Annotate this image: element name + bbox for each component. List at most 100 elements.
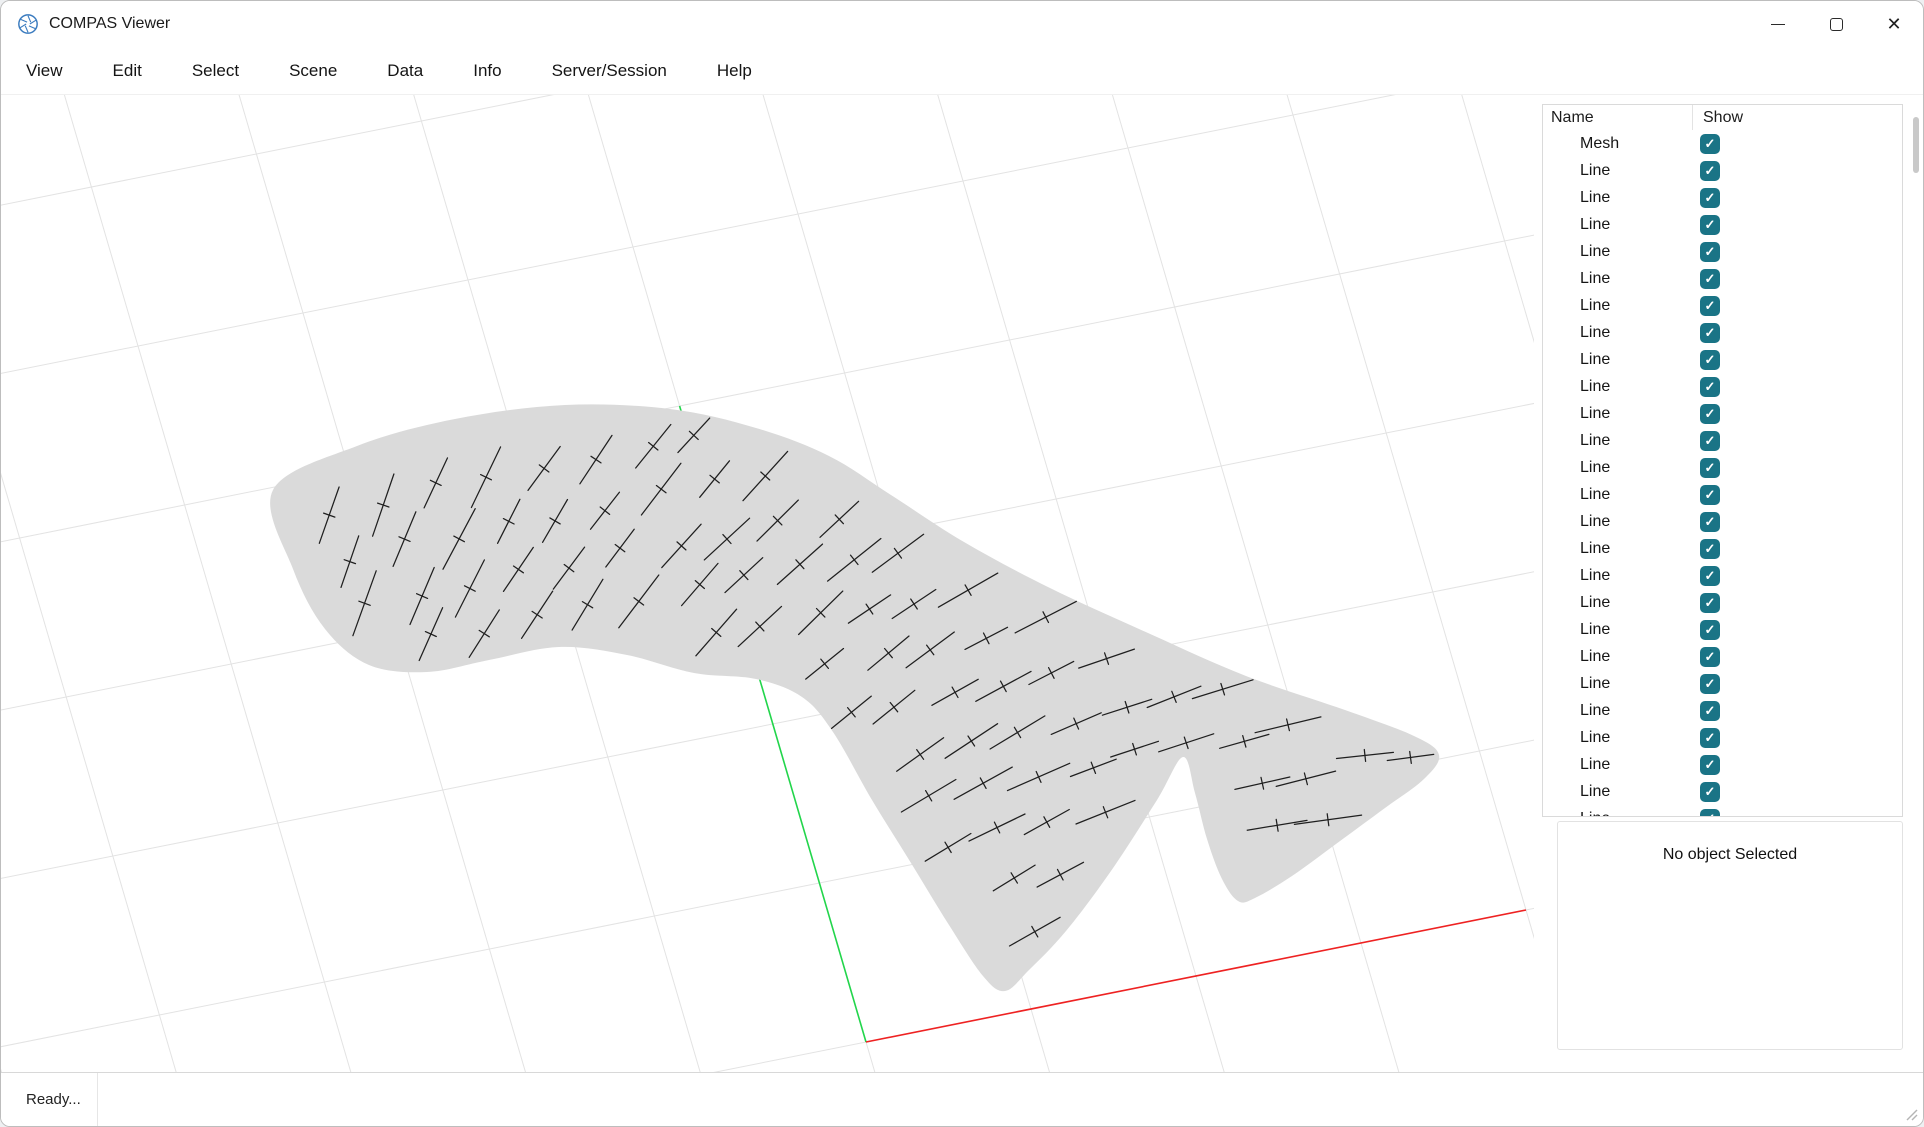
scene-item-name[interactable]: Line: [1543, 459, 1692, 477]
scene-row-line[interactable]: Line ✓: [1543, 778, 1902, 805]
close-button[interactable]: ✕: [1865, 1, 1923, 47]
scene-item-name[interactable]: Line: [1543, 621, 1692, 639]
window-title: COMPAS Viewer: [49, 15, 170, 33]
scene-item-name[interactable]: Line: [1543, 351, 1692, 369]
scene-row-line[interactable]: Line ✓: [1543, 616, 1902, 643]
menu-item-scene[interactable]: Scene: [274, 54, 352, 88]
scene-item-name[interactable]: Line: [1543, 432, 1692, 450]
scene-row-line[interactable]: Line ✓: [1543, 589, 1902, 616]
scene-item-name[interactable]: Line: [1543, 216, 1692, 234]
scene-item-name[interactable]: Line: [1543, 405, 1692, 423]
visibility-checkbox[interactable]: ✓: [1700, 377, 1720, 397]
scene-item-name[interactable]: Line: [1543, 756, 1692, 774]
column-header-name[interactable]: Name: [1543, 109, 1692, 127]
visibility-checkbox[interactable]: ✓: [1700, 755, 1720, 775]
scene-item-name[interactable]: Line: [1543, 486, 1692, 504]
checkmark-icon: ✓: [1705, 326, 1716, 339]
menu-item-edit[interactable]: Edit: [98, 54, 157, 88]
menu-item-server-session[interactable]: Server/Session: [537, 54, 682, 88]
visibility-checkbox[interactable]: ✓: [1700, 188, 1720, 208]
scene-row-line[interactable]: Line ✓: [1543, 508, 1902, 535]
scene-row-line[interactable]: Line ✓: [1543, 157, 1902, 184]
visibility-checkbox[interactable]: ✓: [1700, 404, 1720, 424]
visibility-checkbox[interactable]: ✓: [1700, 242, 1720, 262]
visibility-checkbox[interactable]: ✓: [1700, 512, 1720, 532]
scene-item-name[interactable]: Line: [1543, 243, 1692, 261]
scene-row-line[interactable]: Line ✓: [1543, 400, 1902, 427]
scene-row-line[interactable]: Line ✓: [1543, 697, 1902, 724]
visibility-checkbox[interactable]: ✓: [1700, 350, 1720, 370]
scene-item-name[interactable]: Line: [1543, 189, 1692, 207]
visibility-checkbox[interactable]: ✓: [1700, 782, 1720, 802]
menu-item-data[interactable]: Data: [372, 54, 438, 88]
visibility-checkbox[interactable]: ✓: [1700, 593, 1720, 613]
viewport-3d[interactable]: [1, 95, 1534, 1074]
scene-row-line[interactable]: Line ✓: [1543, 454, 1902, 481]
scene-item-name[interactable]: Line: [1543, 675, 1692, 693]
scene-row-line[interactable]: Line ✓: [1543, 643, 1902, 670]
visibility-checkbox[interactable]: ✓: [1700, 323, 1720, 343]
visibility-checkbox[interactable]: ✓: [1700, 485, 1720, 505]
scene-item-name[interactable]: Line: [1543, 378, 1692, 396]
scene-item-name[interactable]: Line: [1543, 162, 1692, 180]
scene-row-line[interactable]: Line ✓: [1543, 373, 1902, 400]
scene-row-line[interactable]: Line ✓: [1543, 319, 1902, 346]
column-header-show[interactable]: Show: [1692, 105, 1902, 130]
scene-row-line[interactable]: Line ✓: [1543, 346, 1902, 373]
checkmark-icon: ✓: [1705, 758, 1716, 771]
maximize-button[interactable]: [1807, 1, 1865, 47]
scene-item-name[interactable]: Line: [1543, 567, 1692, 585]
scene-row-line[interactable]: Line ✓: [1543, 670, 1902, 697]
scene-row-line[interactable]: Line ✓: [1543, 427, 1902, 454]
scrollbar-track[interactable]: [1911, 95, 1921, 1074]
scene-row-line[interactable]: Line ✓: [1543, 562, 1902, 589]
visibility-checkbox[interactable]: ✓: [1700, 809, 1720, 818]
scene-row-line[interactable]: Line ✓: [1543, 292, 1902, 319]
visibility-checkbox[interactable]: ✓: [1700, 269, 1720, 289]
scene-item-name[interactable]: Line: [1543, 594, 1692, 612]
statusbar-divider: [97, 1073, 98, 1126]
visibility-checkbox[interactable]: ✓: [1700, 296, 1720, 316]
menu-item-help[interactable]: Help: [702, 54, 767, 88]
scene-item-name[interactable]: Line: [1543, 540, 1692, 558]
scene-row-line[interactable]: Line ✓: [1543, 211, 1902, 238]
viewport-canvas[interactable]: [1, 95, 1534, 1074]
visibility-checkbox[interactable]: ✓: [1700, 566, 1720, 586]
visibility-checkbox[interactable]: ✓: [1700, 431, 1720, 451]
visibility-checkbox[interactable]: ✓: [1700, 458, 1720, 478]
scrollbar-thumb[interactable]: [1913, 117, 1919, 173]
scene-row-line[interactable]: Line ✓: [1543, 535, 1902, 562]
visibility-checkbox[interactable]: ✓: [1700, 215, 1720, 235]
scene-item-name[interactable]: Line: [1543, 810, 1692, 818]
scene-item-name[interactable]: Line: [1543, 729, 1692, 747]
scene-item-name[interactable]: Line: [1543, 702, 1692, 720]
scene-row-line[interactable]: Line ✓: [1543, 751, 1902, 778]
scene-row-line[interactable]: Line ✓: [1543, 238, 1902, 265]
visibility-checkbox[interactable]: ✓: [1700, 539, 1720, 559]
resize-grip-icon[interactable]: [1902, 1105, 1918, 1121]
scene-item-name[interactable]: Line: [1543, 648, 1692, 666]
scene-item-name[interactable]: Mesh: [1543, 135, 1692, 153]
scene-item-name[interactable]: Line: [1543, 270, 1692, 288]
menu-item-select[interactable]: Select: [177, 54, 254, 88]
visibility-checkbox[interactable]: ✓: [1700, 620, 1720, 640]
scene-item-name[interactable]: Line: [1543, 783, 1692, 801]
menu-item-info[interactable]: Info: [458, 54, 516, 88]
visibility-checkbox[interactable]: ✓: [1700, 161, 1720, 181]
visibility-checkbox[interactable]: ✓: [1700, 134, 1720, 154]
scene-item-name[interactable]: Line: [1543, 324, 1692, 342]
visibility-checkbox[interactable]: ✓: [1700, 674, 1720, 694]
visibility-checkbox[interactable]: ✓: [1700, 647, 1720, 667]
scene-row-mesh[interactable]: Mesh ✓: [1543, 130, 1902, 157]
scene-row-line[interactable]: Line ✓: [1543, 481, 1902, 508]
scene-row-line[interactable]: Line ✓: [1543, 184, 1902, 211]
visibility-checkbox[interactable]: ✓: [1700, 728, 1720, 748]
scene-row-line[interactable]: Line ✓: [1543, 805, 1902, 817]
scene-row-line[interactable]: Line ✓: [1543, 265, 1902, 292]
minimize-button[interactable]: [1749, 1, 1807, 47]
visibility-checkbox[interactable]: ✓: [1700, 701, 1720, 721]
scene-row-line[interactable]: Line ✓: [1543, 724, 1902, 751]
scene-item-name[interactable]: Line: [1543, 513, 1692, 531]
menu-item-view[interactable]: View: [11, 54, 78, 88]
scene-item-name[interactable]: Line: [1543, 297, 1692, 315]
